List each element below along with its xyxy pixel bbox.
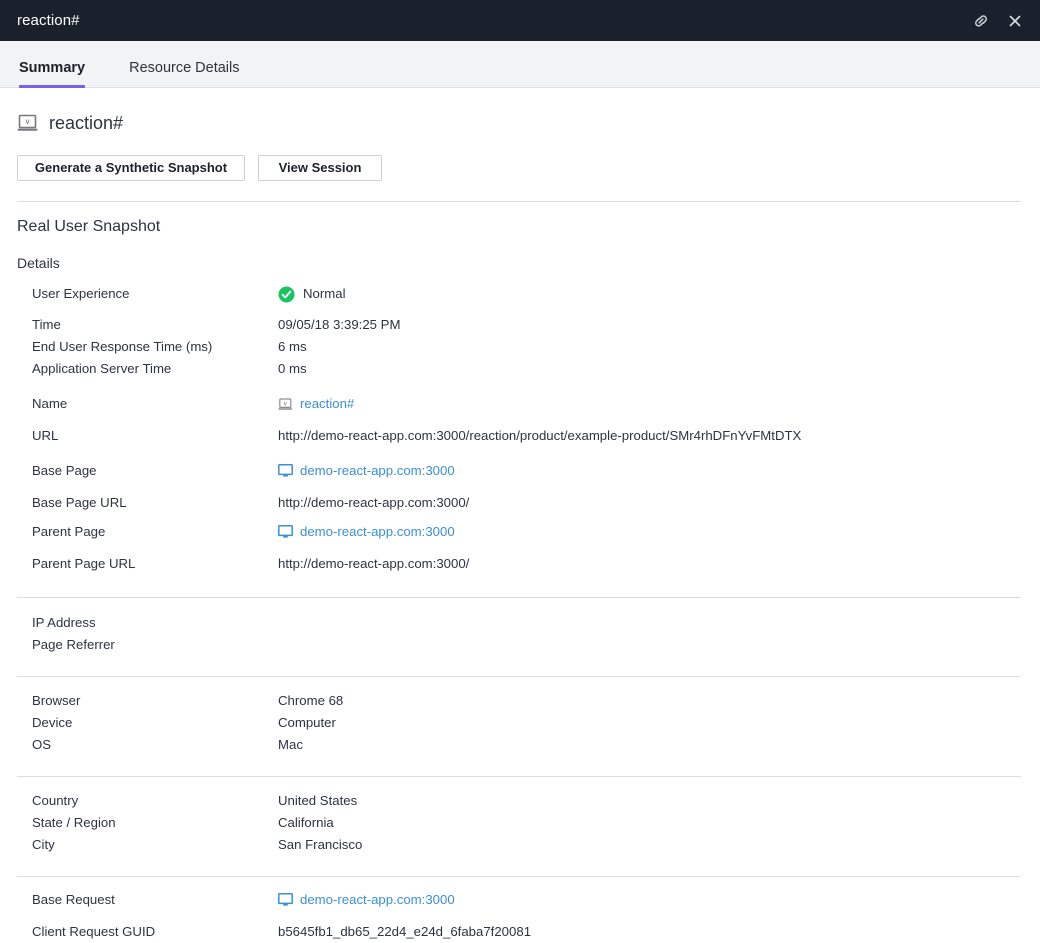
detail-label: User Experience bbox=[32, 286, 130, 301]
detail-row-parent-page: Parent Page demo-react-app.com:3000 bbox=[0, 521, 1040, 543]
parent-page-link[interactable]: demo-react-app.com:3000 bbox=[300, 521, 455, 543]
page-title: reaction# bbox=[49, 113, 124, 133]
detail-value: b5645fb1_db65_22d4_e24d_6faba7f20081 bbox=[278, 924, 532, 939]
detail-value: Computer bbox=[278, 715, 336, 730]
monitor-icon bbox=[278, 525, 293, 539]
detail-row-city: City San Francisco bbox=[0, 834, 1040, 856]
base-page-link[interactable]: demo-react-app.com:3000 bbox=[300, 460, 455, 482]
detail-label: Page Referrer bbox=[32, 637, 115, 652]
tab-summary-label: Summary bbox=[19, 60, 86, 76]
detail-row-os: OS Mac bbox=[0, 734, 1040, 756]
detail-label: Client Request GUID bbox=[32, 924, 156, 939]
detail-row-user-experience: User Experience Normal bbox=[0, 283, 1040, 305]
window-title-bar: reaction# bbox=[0, 0, 1040, 41]
status-badge: Normal bbox=[278, 283, 346, 305]
detail-label: Device bbox=[32, 715, 73, 730]
detail-row-ip-address: IP Address bbox=[0, 612, 1040, 634]
detail-label: Browser bbox=[32, 693, 81, 708]
detail-value: http://demo-react-app.com:3000/ bbox=[278, 556, 470, 571]
detail-value: Normal bbox=[278, 283, 346, 305]
details-group-network: IP Address Page Referrer bbox=[0, 598, 1040, 656]
status-label: Normal bbox=[303, 286, 346, 301]
check-circle-icon bbox=[278, 286, 295, 303]
detail-label: State / Region bbox=[32, 815, 116, 830]
detail-row-time: Time 09/05/18 3:39:25 PM bbox=[0, 314, 1040, 336]
detail-row-parent-page-url: Parent Page URL http://demo-react-app.co… bbox=[0, 553, 1040, 575]
detail-row-country: Country United States bbox=[0, 790, 1040, 812]
detail-label: Parent Page URL bbox=[32, 556, 136, 571]
page-title-row: v reaction# bbox=[17, 113, 1040, 134]
detail-row-application-server-time: Application Server Time 0 ms bbox=[0, 358, 1040, 380]
page-header: v reaction# Generate a Synthetic Snapsho… bbox=[0, 89, 1040, 181]
window-title: reaction# bbox=[17, 12, 80, 29]
laptop-icon: v bbox=[278, 397, 293, 411]
detail-value: Mac bbox=[278, 737, 303, 752]
detail-label: Time bbox=[32, 317, 61, 332]
detail-label: IP Address bbox=[32, 615, 96, 630]
detail-value: demo-react-app.com:3000 bbox=[278, 521, 455, 543]
detail-value: 0 ms bbox=[278, 361, 307, 376]
detail-row-page-referrer: Page Referrer bbox=[0, 634, 1040, 656]
detail-label: Base Page bbox=[32, 463, 97, 478]
link-icon[interactable] bbox=[971, 11, 991, 31]
detail-value: California bbox=[278, 815, 334, 830]
details-group-request: Base Request demo-react-app.com:3000 Cli… bbox=[0, 877, 1040, 943]
detail-label: City bbox=[32, 837, 55, 852]
details-group-identity: Name v reaction# URL http://demo-react-a… bbox=[0, 380, 1040, 447]
laptop-icon: v bbox=[17, 114, 39, 133]
detail-value: Chrome 68 bbox=[278, 693, 344, 708]
detail-label: End User Response Time (ms) bbox=[32, 339, 213, 354]
tab-resource-details-label: Resource Details bbox=[129, 60, 240, 76]
detail-value: http://demo-react-app.com:3000/ bbox=[278, 495, 470, 510]
detail-value: 09/05/18 3:39:25 PM bbox=[278, 317, 401, 332]
monitor-icon bbox=[278, 464, 293, 478]
detail-value: San Francisco bbox=[278, 837, 363, 852]
detail-value: demo-react-app.com:3000 bbox=[278, 889, 455, 911]
monitor-icon bbox=[278, 893, 293, 907]
tab-bar: Summary Resource Details bbox=[0, 41, 1040, 88]
detail-label: Base Page URL bbox=[32, 495, 127, 510]
base-request-link[interactable]: demo-react-app.com:3000 bbox=[300, 889, 455, 911]
detail-value: United States bbox=[278, 793, 358, 808]
detail-row-base-page: Base Page demo-react-app.com:3000 bbox=[0, 460, 1040, 482]
detail-label: URL bbox=[32, 428, 59, 443]
detail-row-base-page-url: Base Page URL http://demo-react-app.com:… bbox=[0, 492, 1040, 514]
details-group-pages: Base Page demo-react-app.com:3000 Base P… bbox=[0, 447, 1040, 575]
detail-value: v reaction# bbox=[278, 393, 354, 415]
detail-label: Country bbox=[32, 793, 79, 808]
tab-summary[interactable]: Summary bbox=[19, 41, 86, 88]
svg-text:v: v bbox=[284, 401, 287, 407]
detail-row-browser: Browser Chrome 68 bbox=[0, 690, 1040, 712]
close-icon[interactable] bbox=[1005, 11, 1025, 31]
tab-resource-details[interactable]: Resource Details bbox=[129, 41, 239, 88]
detail-value: 6 ms bbox=[278, 339, 307, 354]
name-link[interactable]: reaction# bbox=[300, 393, 354, 415]
detail-value: http://demo-react-app.com:3000/reaction/… bbox=[278, 428, 802, 443]
view-session-button[interactable]: View Session bbox=[258, 155, 382, 181]
details-group-experience: User Experience Normal bbox=[0, 271, 1040, 305]
window-actions bbox=[971, 11, 1040, 31]
svg-text:v: v bbox=[26, 117, 30, 126]
detail-label: Name bbox=[32, 396, 68, 411]
main-content: v reaction# Generate a Synthetic Snapsho… bbox=[0, 89, 1040, 939]
details-subtitle: Details bbox=[17, 255, 60, 271]
details-group-geo: Country United States State / Region Cal… bbox=[0, 777, 1040, 856]
detail-row-end-user-response-time: End User Response Time (ms) 6 ms bbox=[0, 336, 1040, 358]
detail-row-device: Device Computer bbox=[0, 712, 1040, 734]
action-buttons: Generate a Synthetic Snapshot View Sessi… bbox=[17, 155, 1040, 181]
detail-row-name: Name v reaction# bbox=[0, 393, 1040, 415]
detail-label: Application Server Time bbox=[32, 361, 172, 376]
detail-row-client-request-guid: Client Request GUID b5645fb1_db65_22d4_e… bbox=[0, 921, 1040, 943]
detail-label: Base Request bbox=[32, 892, 115, 907]
detail-row-base-request: Base Request demo-react-app.com:3000 bbox=[0, 889, 1040, 911]
detail-label: Parent Page bbox=[32, 524, 106, 539]
section-title: Real User Snapshot bbox=[17, 218, 161, 235]
detail-label: OS bbox=[32, 737, 52, 752]
details-group-timing: Time 09/05/18 3:39:25 PM End User Respon… bbox=[0, 305, 1040, 380]
details-group-client: Browser Chrome 68 Device Computer OS Mac bbox=[0, 677, 1040, 756]
detail-row-state-region: State / Region California bbox=[0, 812, 1040, 834]
generate-synthetic-snapshot-button[interactable]: Generate a Synthetic Snapshot bbox=[17, 155, 245, 181]
detail-value: demo-react-app.com:3000 bbox=[278, 460, 455, 482]
detail-row-url: URL http://demo-react-app.com:3000/react… bbox=[0, 425, 1040, 447]
